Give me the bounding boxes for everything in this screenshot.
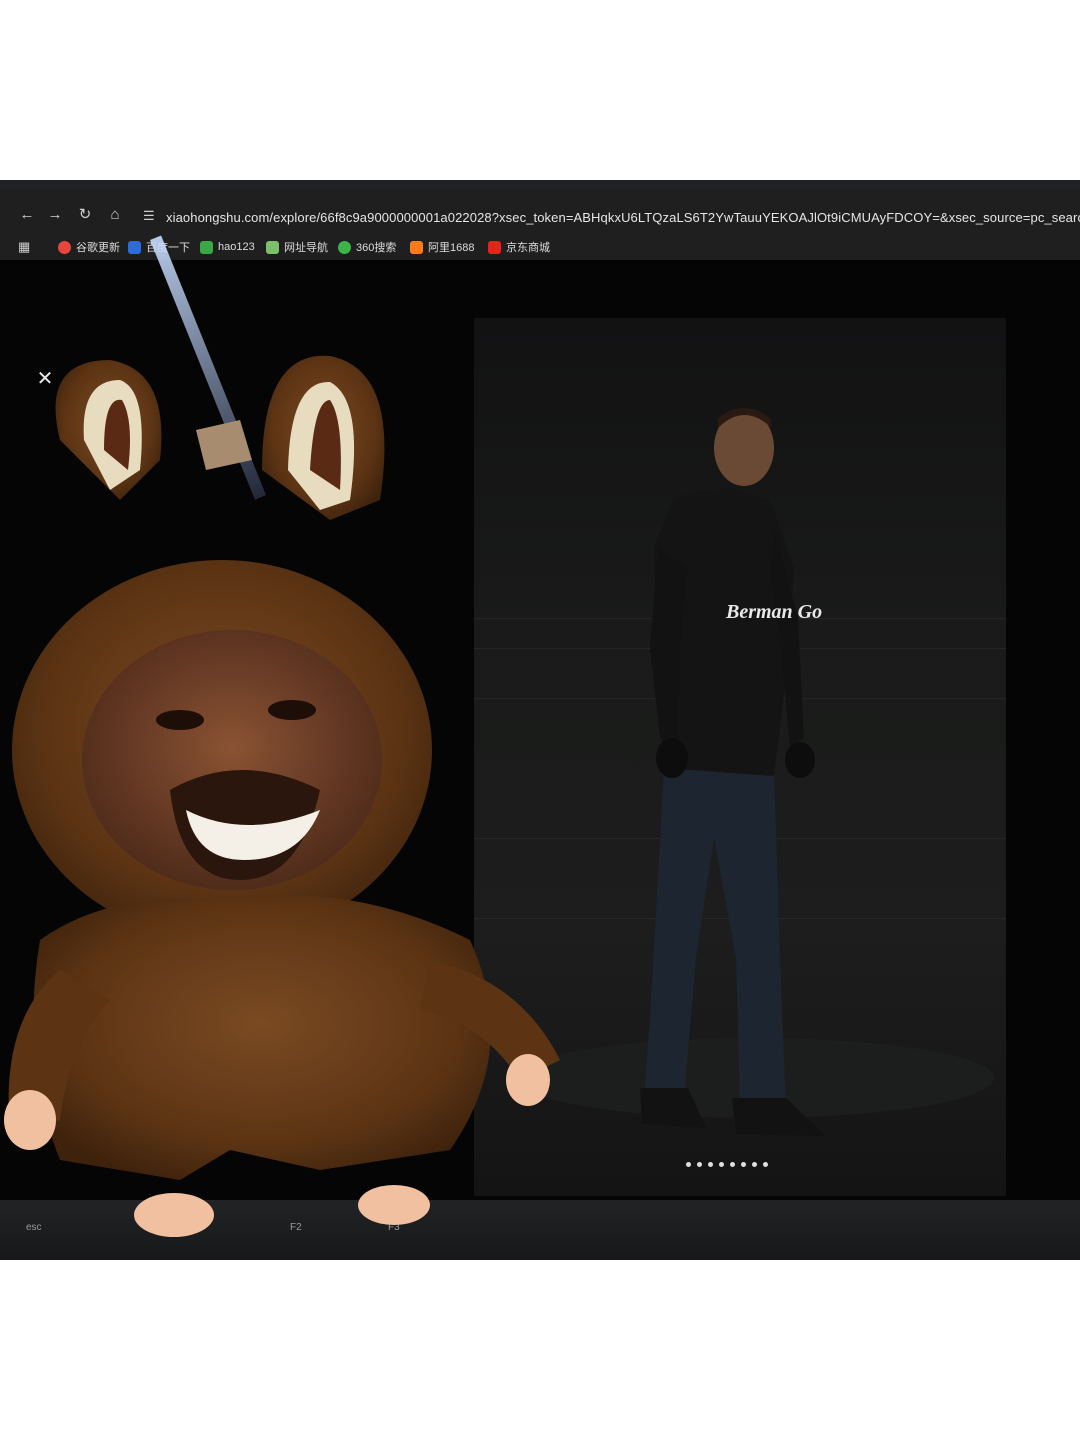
dot[interactable] xyxy=(686,1162,691,1167)
bookmark-2[interactable]: hao123 xyxy=(200,238,255,256)
site-settings-icon[interactable]: ☰ xyxy=(143,208,159,224)
bookmark-label: 谷歌更新 xyxy=(76,242,120,254)
bookmark-3[interactable]: 网址导航 xyxy=(266,238,328,256)
forward-icon[interactable]: → xyxy=(46,206,64,224)
ali1688-icon xyxy=(410,240,423,254)
search360-icon xyxy=(338,240,351,254)
dot[interactable] xyxy=(763,1162,768,1167)
home-icon[interactable]: ⌂ xyxy=(106,206,124,224)
plush-doll xyxy=(4,355,560,1237)
back-icon[interactable]: ← xyxy=(18,206,36,224)
jd-icon xyxy=(488,240,501,254)
apps-icon[interactable]: ▦ xyxy=(18,238,30,256)
shirt-text: Berman Go xyxy=(725,601,822,623)
bookmark-label: 京东商城 xyxy=(506,242,550,254)
bookmark-label: 360搜索 xyxy=(356,242,397,254)
browser-toolbar: ← → ↻ ⌂ ☰ xiaohongshu.com/explore/66f8c9… xyxy=(0,190,1080,234)
dot[interactable] xyxy=(697,1162,702,1167)
dot[interactable] xyxy=(741,1162,746,1167)
hao123-icon xyxy=(200,240,213,254)
bookmark-4[interactable]: 360搜索 xyxy=(338,238,396,256)
baidu-icon xyxy=(128,240,141,254)
bookmark-6[interactable]: 京东商城 xyxy=(488,238,550,256)
carousel-dots[interactable] xyxy=(686,1162,768,1167)
bookmark-5[interactable]: 阿里1688 xyxy=(410,238,474,256)
bookmark-label: 阿里1688 xyxy=(428,242,475,254)
dot[interactable] xyxy=(752,1162,757,1167)
dot[interactable] xyxy=(719,1162,724,1167)
photo: ← → ↻ ⌂ ☰ xiaohongshu.com/explore/66f8c9… xyxy=(0,180,1080,1260)
url-bar[interactable]: xiaohongshu.com/explore/66f8c9a900000000… xyxy=(166,210,1080,225)
dot[interactable] xyxy=(730,1162,735,1167)
dot[interactable] xyxy=(708,1162,713,1167)
bookmark-0[interactable]: 谷歌更新 xyxy=(58,238,120,256)
tab-strip xyxy=(0,180,1080,190)
bookmark-label: 网址导航 xyxy=(284,242,328,254)
chrome-icon xyxy=(58,240,71,254)
bookmark-label: hao123 xyxy=(218,241,255,253)
nav-icon xyxy=(266,240,279,254)
reload-icon[interactable]: ↻ xyxy=(76,206,94,224)
